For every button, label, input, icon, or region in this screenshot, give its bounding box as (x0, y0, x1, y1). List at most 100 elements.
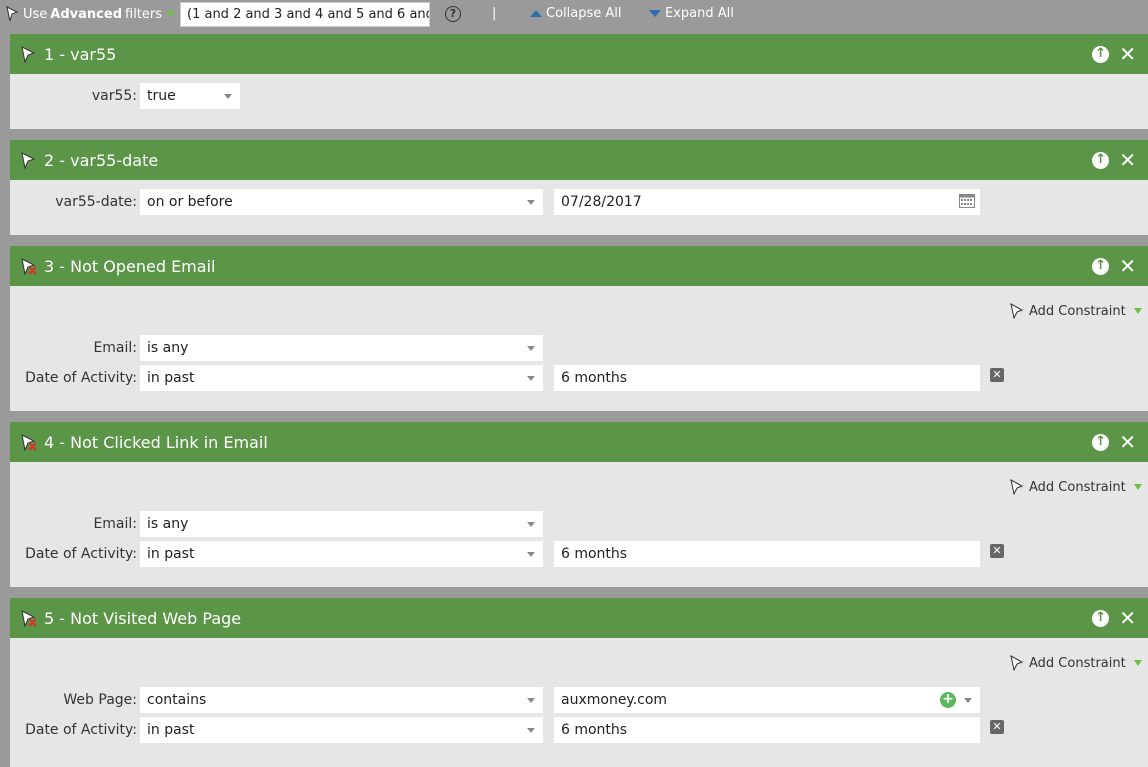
filter-title: 5 - Not Visited Web Page (44, 608, 242, 628)
move-up-icon[interactable]: ↑ (1092, 151, 1110, 169)
dropdown-arrow-icon (1133, 308, 1142, 314)
field-label: Date of Activity: (25, 722, 137, 738)
collapse-all-label: Collapse All (546, 6, 622, 21)
date-value: 07/28/2017 (561, 194, 642, 210)
operator-select[interactable]: on or before (140, 189, 543, 215)
field-label: Email: (93, 340, 137, 356)
filter-wand-icon (1010, 479, 1024, 495)
filter-toolbar: Use Advanced filters (1 and 2 and 3 and … (0, 0, 1148, 30)
operator-value: true (147, 88, 176, 104)
filter-wand-icon (21, 46, 36, 63)
field-label: Web Page: (63, 692, 137, 708)
dropdown-arrow-icon (1133, 660, 1142, 666)
filter-header-2[interactable]: 2 - var55-date ↑ ✕ (10, 140, 1148, 180)
operator-select[interactable]: in past (140, 717, 543, 743)
not-filter-icon (21, 434, 37, 451)
close-icon[interactable]: ✕ (1119, 608, 1136, 628)
field-label: Date of Activity: (25, 370, 137, 386)
expand-all-label: Expand All (665, 6, 734, 21)
expand-all-button[interactable]: Expand All (649, 6, 734, 21)
filter-header-4[interactable]: 4 - Not Clicked Link in Email ↑ ✕ (10, 422, 1148, 462)
use-label: Use (23, 6, 48, 22)
add-constraint-label: Add Constraint (1029, 479, 1126, 495)
value-input[interactable]: 6 months (554, 365, 980, 391)
operator-value: is any (147, 340, 189, 356)
collapse-arrow-icon (530, 10, 542, 17)
move-up-icon[interactable]: ↑ (1092, 257, 1110, 275)
web-page-value-select[interactable]: auxmoney.com + (554, 687, 980, 713)
chevron-down-icon (527, 376, 535, 381)
close-icon[interactable]: ✕ (1119, 432, 1136, 452)
dropdown-arrow-icon (1133, 484, 1142, 490)
help-icon[interactable]: ? (445, 6, 461, 22)
filter-panel-2: 2 - var55-date ↑ ✕ var55-date: on or befo… (10, 140, 1148, 235)
date-input[interactable]: 07/28/2017 (554, 189, 980, 215)
remove-constraint-icon[interactable]: ✕ (990, 720, 1004, 734)
filter-header-1[interactable]: 1 - var55 ↑ ✕ (10, 34, 1148, 74)
collapse-all-button[interactable]: Collapse All (530, 6, 622, 21)
chevron-down-icon (527, 522, 535, 527)
filter-title: 2 - var55-date (44, 150, 159, 170)
filter-panel-5: 5 - Not Visited Web Page ↑ ✕ Add Constrai… (10, 598, 1148, 767)
calendar-icon[interactable] (959, 194, 975, 208)
filter-title: 4 - Not Clicked Link in Email (44, 432, 268, 452)
close-icon[interactable]: ✕ (1119, 44, 1136, 64)
field-label: Date of Activity: (25, 546, 137, 562)
value-input[interactable]: 6 months (554, 717, 980, 743)
value-input[interactable]: 6 months (554, 541, 980, 567)
add-constraint-label: Add Constraint (1029, 655, 1126, 671)
operator-value: on or before (147, 194, 233, 210)
move-up-icon[interactable]: ↑ (1092, 433, 1110, 451)
filter-panel-1: 1 - var55 ↑ ✕ var55: true (10, 34, 1148, 129)
filter-title: 3 - Not Opened Email (44, 256, 216, 276)
close-icon[interactable]: ✕ (1119, 150, 1136, 170)
operator-value: contains (147, 692, 207, 708)
filter-wand-icon (6, 6, 19, 22)
operator-value: is any (147, 516, 189, 532)
close-icon[interactable]: ✕ (1119, 256, 1136, 276)
chevron-down-icon (527, 200, 535, 205)
use-advanced-filters-menu[interactable]: Use Advanced filters (6, 6, 175, 22)
filter-header-3[interactable]: 3 - Not Opened Email ↑ ✕ (10, 246, 1148, 286)
chevron-down-icon (527, 698, 535, 703)
operator-value: in past (147, 722, 195, 738)
operator-value: in past (147, 370, 195, 386)
filter-wand-icon (1010, 655, 1024, 671)
operator-select[interactable]: is any (140, 511, 543, 537)
move-up-icon[interactable]: ↑ (1092, 45, 1110, 63)
chevron-down-icon (224, 94, 232, 99)
filter-panel-3: 3 - Not Opened Email ↑ ✕ Add Constraint E… (10, 246, 1148, 411)
operator-select[interactable]: contains (140, 687, 543, 713)
advanced-logic-input[interactable]: (1 and 2 and 3 and 4 and 5 and 6 and 7) (180, 2, 430, 27)
remove-constraint-icon[interactable]: ✕ (990, 544, 1004, 558)
operator-select[interactable]: is any (140, 335, 543, 361)
chevron-down-icon (527, 728, 535, 733)
field-label: var55: (91, 88, 137, 104)
filter-title: 1 - var55 (44, 44, 117, 64)
filter-wand-icon (21, 152, 36, 169)
toolbar-separator: | (492, 6, 497, 21)
chevron-down-icon (964, 698, 972, 703)
remove-constraint-icon[interactable]: ✕ (990, 368, 1004, 382)
filter-header-5[interactable]: 5 - Not Visited Web Page ↑ ✕ (10, 598, 1148, 638)
web-page-value: auxmoney.com (561, 692, 668, 708)
move-up-icon[interactable]: ↑ (1092, 609, 1110, 627)
field-label: var55-date: (55, 194, 137, 210)
add-constraint-button[interactable]: Add Constraint (1010, 479, 1142, 495)
dropdown-arrow-icon (166, 11, 175, 17)
operator-select[interactable]: true (140, 83, 240, 109)
filter-panel-4: 4 - Not Clicked Link in Email ↑ ✕ Add Con… (10, 422, 1148, 587)
field-label: Email: (93, 516, 137, 532)
filters-label: filters (125, 6, 163, 22)
add-constraint-button[interactable]: Add Constraint (1010, 303, 1142, 319)
chevron-down-icon (527, 346, 535, 351)
not-filter-icon (21, 610, 37, 627)
not-filter-icon (21, 258, 37, 275)
advanced-label: Advanced (50, 6, 122, 22)
add-value-icon[interactable]: + (940, 692, 956, 708)
expand-arrow-icon (649, 10, 661, 17)
add-constraint-button[interactable]: Add Constraint (1010, 655, 1142, 671)
operator-value: in past (147, 546, 195, 562)
operator-select[interactable]: in past (140, 365, 543, 391)
operator-select[interactable]: in past (140, 541, 543, 567)
